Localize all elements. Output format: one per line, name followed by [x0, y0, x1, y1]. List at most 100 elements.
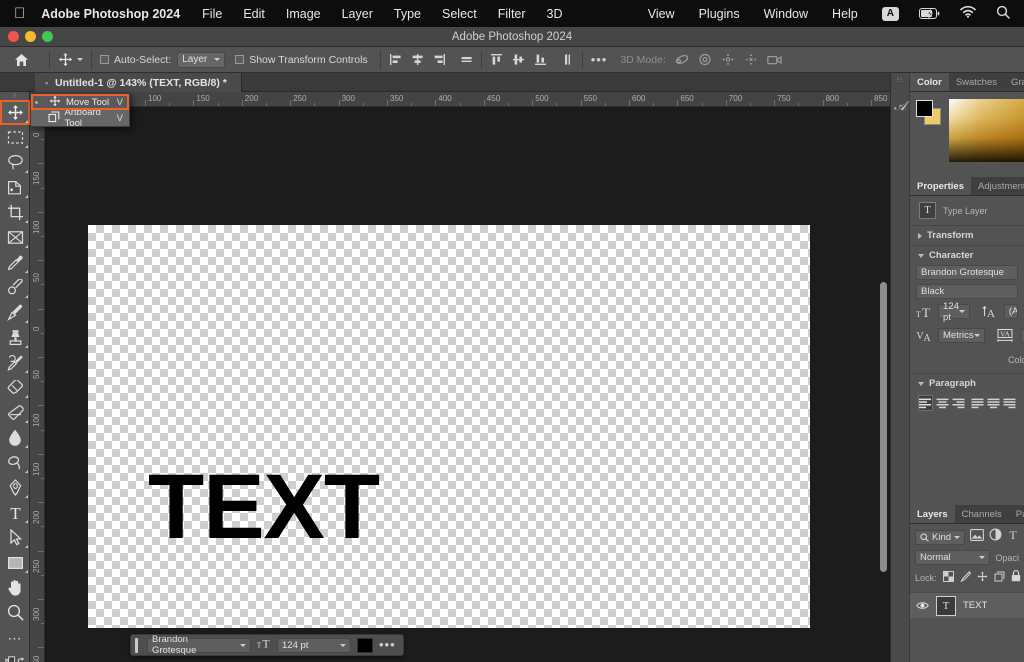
font-style-field[interactable]: Black: [916, 284, 1018, 299]
default-colors-and-swap[interactable]: [0, 650, 30, 662]
more-options-button[interactable]: •••: [591, 56, 608, 64]
sidebar-item-history-brush-tool[interactable]: [0, 350, 30, 375]
3d-orbit-icon[interactable]: [675, 53, 689, 66]
apple-icon[interactable]: : [14, 6, 25, 21]
sidebar-item-object-selection-tool[interactable]: [0, 175, 30, 200]
tab-swatches[interactable]: Swatches: [949, 73, 1004, 91]
adjustment-filter-icon[interactable]: [989, 528, 1002, 546]
3d-roll-icon[interactable]: [698, 53, 712, 66]
layer-name[interactable]: TEXT: [963, 600, 987, 611]
lock-artboard-icon[interactable]: [994, 569, 1005, 587]
sidebar-item-type-tool[interactable]: T: [0, 500, 30, 525]
menu-item-file[interactable]: File: [202, 7, 222, 21]
hud-font-family-dropdown[interactable]: Brandon Grotesque: [147, 638, 251, 653]
color-panel-swatches[interactable]: [916, 100, 942, 126]
menu-item-window[interactable]: Window: [764, 7, 808, 21]
lock-all-icon[interactable]: [1011, 569, 1021, 587]
blend-mode-dropdown[interactable]: Normal: [915, 550, 990, 565]
sidebar-item-gradient-tool[interactable]: [0, 400, 30, 425]
canvas-stage[interactable]: TEXT: [45, 107, 890, 662]
menu-item-image[interactable]: Image: [286, 7, 321, 21]
tracking-field[interactable]: 0: [1021, 328, 1024, 343]
menu-item-plugins[interactable]: Plugins: [699, 7, 740, 21]
menu-item-filter[interactable]: Filter: [498, 7, 526, 21]
kerning-field[interactable]: Metrics: [938, 328, 985, 343]
paragraph-section-header[interactable]: Paragraph: [910, 374, 1024, 393]
distribute-horizontally-icon[interactable]: [460, 53, 473, 66]
lock-position-icon[interactable]: [977, 569, 988, 587]
current-tool-preset-picker[interactable]: [58, 52, 83, 67]
align-vertical-centers-icon[interactable]: [512, 53, 525, 66]
font-size-field[interactable]: 124 pt: [938, 304, 970, 319]
sidebar-item-move-tool[interactable]: [0, 100, 30, 125]
sidebar-item-eraser-tool[interactable]: [0, 375, 30, 400]
3d-slide-icon[interactable]: [744, 53, 758, 66]
type-filter-icon[interactable]: T: [1007, 528, 1019, 546]
menu-app-name[interactable]: Adobe Photoshop 2024: [41, 7, 180, 21]
chevron-down-icon[interactable]: [77, 58, 83, 61]
battery-charging-icon[interactable]: [919, 8, 941, 19]
sidebar-item-blur-tool[interactable]: [0, 425, 30, 450]
align-bottom-edges-icon[interactable]: [534, 53, 547, 66]
sidebar-item-spot-healing-brush-tool[interactable]: [0, 275, 30, 300]
menu-item-3d[interactable]: 3D: [547, 7, 563, 21]
hud-font-size-dropdown[interactable]: 124 pt: [277, 638, 351, 653]
hud-text-color-swatch[interactable]: [357, 638, 373, 653]
document-canvas[interactable]: TEXT: [88, 225, 810, 628]
lock-image-pixels-icon[interactable]: [960, 569, 971, 587]
auto-select-checkbox[interactable]: [100, 55, 109, 64]
character-section-header[interactable]: Character: [910, 246, 1024, 265]
sidebar-item-pen-tool[interactable]: [0, 475, 30, 500]
sidebar-item-zoom-tool[interactable]: [0, 600, 30, 625]
distribute-vertically-icon[interactable]: [561, 53, 574, 66]
sidebar-item-rectangle-tool[interactable]: [0, 550, 30, 575]
table-row[interactable]: T TEXT: [910, 592, 1024, 618]
sidebar-item-clone-stamp-tool[interactable]: [0, 325, 30, 350]
align-left-edges-icon[interactable]: [389, 53, 402, 66]
3d-pan-icon[interactable]: [721, 53, 735, 66]
font-family-field[interactable]: Brandon Grotesque: [916, 265, 1018, 280]
tab-properties[interactable]: Properties: [910, 177, 971, 195]
eye-icon[interactable]: [916, 597, 929, 615]
menu-item-select[interactable]: Select: [442, 7, 477, 21]
canvas-text-layer-content[interactable]: TEXT: [148, 461, 379, 553]
justify-last-left-button[interactable]: [971, 395, 984, 411]
canvas-vertical-scrollbar[interactable]: [880, 282, 887, 572]
sidebar-item-edit-toolbar[interactable]: ⋯: [0, 625, 30, 650]
align-right-button[interactable]: [952, 395, 965, 411]
sidebar-item-rectangular-marquee-tool[interactable]: [0, 125, 30, 150]
menu-item-type[interactable]: Type: [394, 7, 421, 21]
sidebar-item-crop-tool[interactable]: [0, 200, 30, 225]
floating-font-toolbar[interactable]: Brandon Grotesque TT 124 pt •••: [130, 634, 404, 656]
color-panel-foreground-swatch[interactable]: [916, 100, 933, 117]
sidebar-item-eyedropper-tool[interactable]: [0, 250, 30, 275]
image-filter-icon[interactable]: [970, 528, 984, 546]
tab-color[interactable]: Color: [910, 73, 949, 91]
layer-filter-kind-dropdown[interactable]: Kind: [915, 530, 965, 545]
align-horizontal-centers-icon[interactable]: [411, 53, 424, 66]
sidebar-item-hand-tool[interactable]: [0, 575, 30, 600]
flyout-item-artboard-tool[interactable]: Artboard Tool V: [31, 110, 129, 126]
3d-camera-icon[interactable]: [767, 54, 783, 66]
horizontal-ruler[interactable]: 1001502002503003504004505005506006507007…: [30, 92, 890, 107]
transform-section-header[interactable]: Transform: [910, 226, 1024, 245]
sidebar-item-path-selection-tool[interactable]: [0, 525, 30, 550]
sidebar-item-frame-tool[interactable]: [0, 225, 30, 250]
align-left-button[interactable]: [918, 395, 933, 411]
auto-select-scope-dropdown[interactable]: Layer: [177, 52, 225, 68]
sidebar-item-lasso-tool[interactable]: [0, 150, 30, 175]
tab-gradients[interactable]: Gradients: [1004, 73, 1024, 91]
tab-adjustments[interactable]: Adjustments: [971, 177, 1024, 195]
align-top-edges-icon[interactable]: [490, 53, 503, 66]
show-transform-controls-checkbox[interactable]: [235, 55, 244, 64]
menu-item-edit[interactable]: Edit: [243, 7, 265, 21]
input-source-indicator[interactable]: A: [882, 7, 899, 21]
dock-grip[interactable]: ⁝⁝: [891, 73, 909, 84]
document-tab[interactable]: ▪ Untitled-1 @ 143% (TEXT, RGB/8) *: [35, 73, 242, 92]
align-center-button[interactable]: [936, 395, 949, 411]
tab-channels[interactable]: Channels: [955, 505, 1009, 523]
tab-layers[interactable]: Layers: [910, 505, 955, 523]
character-panel-icon[interactable]: 𝒜: [891, 98, 909, 114]
align-right-edges-icon[interactable]: [433, 53, 446, 66]
sidebar-item-dodge-tool[interactable]: [0, 450, 30, 475]
